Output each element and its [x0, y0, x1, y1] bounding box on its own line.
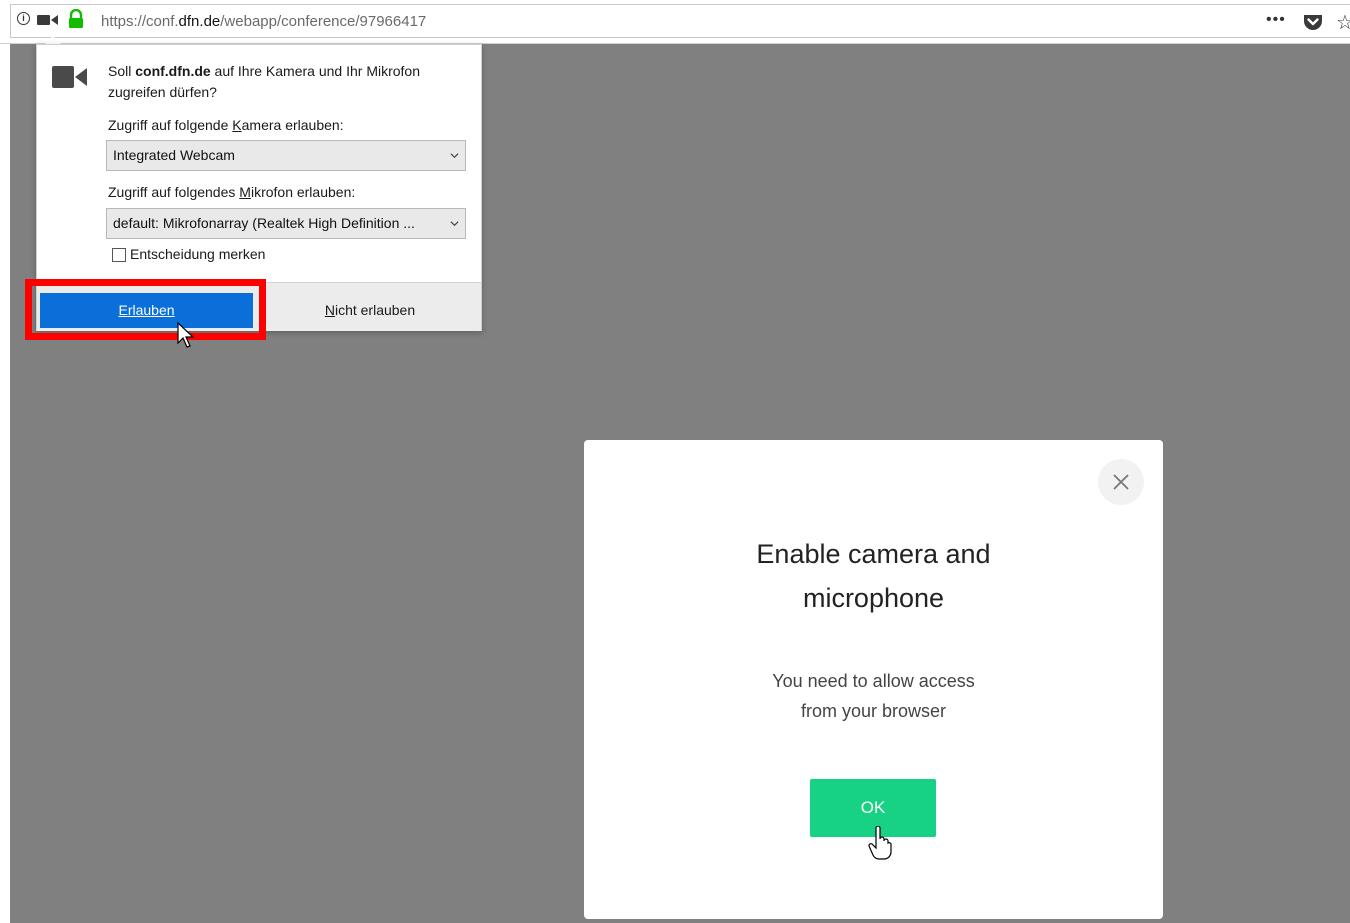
- dialog-message: You need to allow access from your brows…: [772, 671, 975, 721]
- camera-select[interactable]: Integrated Webcam: [106, 140, 466, 171]
- remember-decision-label[interactable]: Entscheidung merken: [130, 246, 265, 262]
- enable-media-dialog: Enable camera and microphone You need to…: [584, 440, 1163, 919]
- bookmark-star-icon[interactable]: ☆: [1336, 10, 1350, 35]
- camera-select-label: Zugriff auf folgende Kamera erlauben:: [108, 117, 344, 133]
- chevron-down-icon: [450, 153, 459, 159]
- hand-cursor-icon: [868, 826, 892, 860]
- more-actions-icon[interactable]: •••: [1266, 11, 1286, 29]
- highlight-frame: [25, 279, 266, 340]
- site-info-icon[interactable]: i: [17, 12, 30, 25]
- chevron-down-icon: [450, 221, 459, 227]
- url-text[interactable]: https://conf.dfn.de/webapp/conference/97…: [101, 13, 426, 30]
- pocket-icon[interactable]: [1303, 13, 1323, 31]
- dialog-title: Enable camera and microphone: [756, 539, 991, 613]
- mouse-pointer-icon: [177, 322, 195, 348]
- camera-icon: [52, 66, 87, 88]
- permission-question: Soll conf.dfn.de auf Ihre Kamera und Ihr…: [108, 63, 420, 100]
- microphone-select-label: Zugriff auf folgendes Mikrofon erlauben:: [108, 184, 356, 200]
- close-icon: [1113, 474, 1129, 490]
- browser-toolbar: i https://conf.dfn.de/webapp/conference/…: [0, 0, 1350, 44]
- deny-button[interactable]: Nicht erlauben: [259, 293, 481, 328]
- microphone-select[interactable]: default: Mikrofonarray (Realtek High Def…: [106, 208, 466, 239]
- remember-decision-checkbox[interactable]: [112, 248, 126, 262]
- camera-permission-icon[interactable]: [37, 13, 59, 27]
- close-button[interactable]: [1098, 459, 1144, 505]
- lock-icon[interactable]: [66, 9, 86, 29]
